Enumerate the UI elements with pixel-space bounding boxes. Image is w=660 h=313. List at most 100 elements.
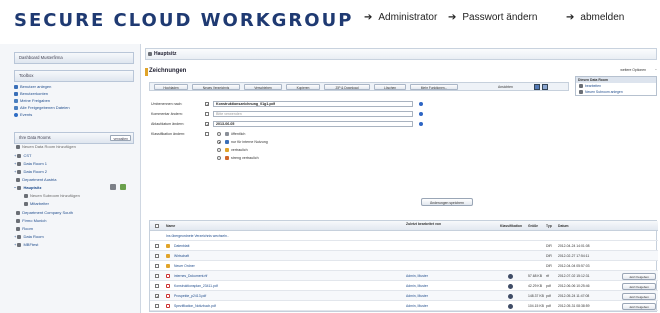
help-icon[interactable] xyxy=(419,102,423,106)
table-row[interactable]: Neuer Ordner DIR 2012-04-04 05:57:03 xyxy=(150,261,658,271)
options-panel: weitere Optionen − Diesen Data Room bear… xyxy=(575,68,657,108)
breadcrumb-item-hauptsitz[interactable]: Hauptsitz xyxy=(154,51,177,57)
list-view-icon[interactable] xyxy=(534,84,540,90)
share-now-button[interactable]: Jetzt freigeben xyxy=(622,292,656,300)
radio-public[interactable] xyxy=(217,132,221,136)
tree-item-hauptsitz[interactable]: − Hauptsitz xyxy=(14,185,41,191)
row-checkbox[interactable] xyxy=(155,284,159,288)
select-all-checkbox[interactable] xyxy=(155,224,159,228)
column-edited-by[interactable]: Zuletzt bearbeitet von xyxy=(406,222,446,226)
editor-name[interactable]: Admin, Muster xyxy=(406,294,428,298)
comment-checkbox[interactable] xyxy=(205,112,209,116)
toolbox-panel-header[interactable]: Toolbox xyxy=(14,70,134,82)
classification-checkbox[interactable] xyxy=(205,132,209,136)
new-folder-button[interactable]: Neues Verzeichnis xyxy=(192,84,240,90)
tree-item-label: Data Room 1 xyxy=(23,161,48,166)
more-options-toggle[interactable]: weitere Optionen − xyxy=(579,68,657,72)
radio-internal-label: nur für interne Nutzung xyxy=(231,140,268,144)
change-password-link[interactable]: ➔ Passwort ändern xyxy=(448,12,537,23)
building-icon xyxy=(16,177,21,182)
row-checkbox[interactable] xyxy=(155,244,159,248)
tree-item-department-austria[interactable]: Department Austria xyxy=(14,177,56,183)
table-row[interactable]: Wirtschaft DIR 2012-02-27 17:54:11 xyxy=(150,251,658,261)
new-subroom-option[interactable]: Neuen Subroom anlegen xyxy=(576,89,656,95)
radio-internal[interactable] xyxy=(217,140,221,144)
file-name-link[interactable]: Neuer Ordner xyxy=(174,264,195,268)
share-now-button[interactable]: Jetzt freigeben xyxy=(622,282,656,290)
delete-button[interactable]: Löschen xyxy=(374,84,406,90)
table-row[interactable]: Datenblatt DIR 2012-04-24 14:01:08 xyxy=(150,241,658,251)
help-icon[interactable] xyxy=(419,122,423,126)
toolbox-item-events[interactable]: Events xyxy=(14,112,32,118)
expiry-checkbox[interactable] xyxy=(205,122,209,127)
radio-confidential[interactable] xyxy=(217,148,221,152)
help-icon[interactable] xyxy=(419,112,423,116)
parent-dir-row[interactable]: Ins übergeordnete Verzeichnis wechseln.. xyxy=(150,231,658,241)
table-row[interactable]: Prospekte_p2413.pdf Admin, Muster 148.37 K… xyxy=(150,291,658,301)
parent-dir-link[interactable]: Ins übergeordnete Verzeichnis wechseln.. xyxy=(166,234,229,238)
toolbox-item-all-shares[interactable]: Alle Freigegebenen Dateien xyxy=(14,105,70,111)
row-checkbox[interactable] xyxy=(155,294,159,299)
file-name-link[interactable]: Konstruktionsplan_23411.pdf xyxy=(174,284,218,288)
building-icon xyxy=(17,169,22,174)
editor-name[interactable]: Admin, Muster xyxy=(406,284,428,288)
administrator-link[interactable]: ➔ Administrator xyxy=(364,12,437,23)
tree-item-department-company-south[interactable]: Department Company South xyxy=(14,210,73,216)
add-subroom-link[interactable]: Neuen Subroom hinzufügen xyxy=(24,193,80,199)
row-checkbox[interactable] xyxy=(155,304,159,308)
share-now-button[interactable]: Jetzt freigeben xyxy=(622,302,656,310)
tree-item-data-room-2[interactable]: + Data Room 2 xyxy=(14,169,47,175)
rename-checkbox[interactable] xyxy=(205,102,209,107)
tree-item-mitarbeiter[interactable]: Mitarbeiter xyxy=(24,201,49,207)
add-subroom-icon[interactable] xyxy=(120,184,126,190)
table-row[interactable]: Spezifikation_Notizbuch.pdf Admin, Muster… xyxy=(150,301,658,311)
file-name-link[interactable]: Prospekte_p2413.pdf xyxy=(174,294,206,298)
column-type[interactable]: Typ xyxy=(546,224,552,228)
column-size[interactable]: Größe xyxy=(528,224,538,228)
tree-item-label: CST xyxy=(23,153,32,158)
tree-item-cst[interactable]: + CST xyxy=(14,153,31,159)
zip-download-button[interactable]: ZIP & Download xyxy=(324,84,370,90)
edit-room-icon[interactable] xyxy=(110,184,116,190)
comment-field[interactable]: Bitte verwenden xyxy=(213,111,413,117)
save-changes-button[interactable]: Änderungen speichern xyxy=(421,198,473,206)
manage-datarooms-button[interactable]: verwalten xyxy=(110,135,131,141)
row-checkbox[interactable] xyxy=(155,264,159,268)
file-name-link[interactable]: Wirtschaft xyxy=(174,254,189,258)
radio-strictly-confidential[interactable] xyxy=(217,156,221,160)
row-checkbox[interactable] xyxy=(155,274,159,278)
editor-name[interactable]: Admin, Muster xyxy=(406,304,428,308)
file-name-link[interactable]: Datenblatt xyxy=(174,244,189,248)
tree-item-room[interactable]: Room xyxy=(14,226,33,232)
more-functions-button[interactable]: Mehr Funktionen... xyxy=(410,84,458,90)
column-name[interactable]: Name xyxy=(166,224,175,228)
tree-item-mbftest[interactable]: + MBFtest xyxy=(14,242,38,248)
table-header: Name Zuletzt bearbeitet von Klassifikati… xyxy=(150,221,658,231)
toolbox-item-my-shares[interactable]: Meine Freigaben xyxy=(14,98,50,104)
move-button[interactable]: Verschieben xyxy=(244,84,282,90)
logout-link[interactable]: ➔ abmelden xyxy=(566,12,624,23)
column-classification[interactable]: Klassifikation xyxy=(500,224,522,228)
grid-view-icon[interactable] xyxy=(542,84,548,90)
file-name-link[interactable]: internes_Dokument.rtf xyxy=(174,274,207,278)
upload-button[interactable]: Hochladen xyxy=(154,84,188,90)
column-date[interactable]: Datum xyxy=(558,224,569,228)
datarooms-title: Ihre Data Rooms xyxy=(19,135,51,140)
toolbox-item-accounts[interactable]: Benutzerkonten xyxy=(14,91,48,97)
editor-name[interactable]: Admin, Muster xyxy=(406,274,428,278)
table-row[interactable]: internes_Dokument.rtf Admin, Muster 57.68 … xyxy=(150,271,658,281)
tree-item-firmo-munich[interactable]: Firmo Munich xyxy=(14,218,46,224)
add-dataroom-link[interactable]: Neuen Data Room hinzufügen xyxy=(16,144,76,150)
toolbox-item-create-user[interactable]: Benutzer anlegen xyxy=(14,84,51,90)
table-row[interactable]: Konstruktionsplan_23411.pdf Admin, Muster… xyxy=(150,281,658,291)
copy-button[interactable]: Kopieren xyxy=(286,84,320,90)
logout-label: abmelden xyxy=(580,12,625,23)
share-now-button[interactable]: Jetzt freigeben xyxy=(622,272,656,280)
tree-item-data-room[interactable]: + Data Room xyxy=(14,234,44,240)
rename-field[interactable]: Konstruktionszeichnung_01g1.pdf xyxy=(213,101,413,107)
dashboard-link[interactable]: Dashboard Musterfirma xyxy=(14,52,134,64)
expiry-date-field[interactable]: 2013-06-05 xyxy=(213,121,413,127)
tree-item-data-room-1[interactable]: + Data Room 1 xyxy=(14,161,47,167)
row-checkbox[interactable] xyxy=(155,254,159,258)
file-name-link[interactable]: Spezifikation_Notizbuch.pdf xyxy=(174,304,216,308)
